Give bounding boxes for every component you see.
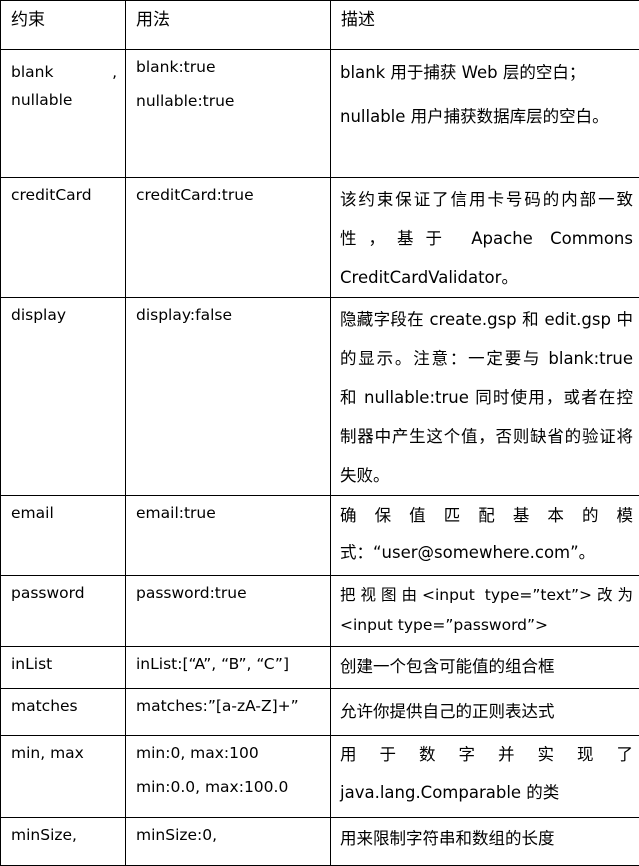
usage-text: nullable:true [136,84,322,118]
usage-cell: inList:[“A”, “B”, “C”] [126,647,331,689]
usage-text: blank:true [136,50,322,84]
constraint-first-line: blank , [11,58,117,86]
table-row: creditCard creditCard:true 该约束保证了信用卡号码的内… [1,178,639,298]
constraint-text: blank [11,58,53,86]
table-row: min, max min:0, max:100 min:0.0, max:100… [1,736,639,818]
description-text: blank 用于捕获 Web 层的空白； [340,53,633,93]
description-cell: 用来限制字符串和数组的长度 [331,818,639,866]
usage-cell: password:true [126,576,331,647]
usage-text: min:0, max:100 [136,736,322,770]
usage-cell: creditCard:true [126,178,331,298]
header-usage: 用法 [126,1,331,50]
usage-text: min:0.0, max:100.0 [136,770,322,804]
usage-cell: email:true [126,496,331,576]
description-text: nullable 用户捕获数据库层的空白。 [340,97,633,137]
description-cell: blank 用于捕获 Web 层的空白； nullable 用户捕获数据库层的空… [331,50,639,178]
usage-cell: min:0, max:100 min:0.0, max:100.0 [126,736,331,818]
header-description: 描述 [331,1,639,50]
description-cell: 隐藏字段在 create.gsp 和 edit.gsp 中的显示。注意：一定要与… [331,298,639,496]
constraint-cell: inList [1,647,126,689]
constraints-table: 约束 用法 描述 blank , nullable blank:true nul… [0,0,639,866]
description-cell: 把视图由<input type=”text”>改为<input type=”pa… [331,576,639,647]
usage-cell: display:false [126,298,331,496]
table-row: password password:true 把视图由<input type=”… [1,576,639,647]
table-row: display display:false 隐藏字段在 create.gsp 和… [1,298,639,496]
description-cell: 用于数字并实现了 java.lang.Comparable 的类 [331,736,639,818]
table-header-row: 约束 用法 描述 [1,1,639,50]
table-row: blank , nullable blank:true nullable:tru… [1,50,639,178]
usage-cell: blank:true nullable:true [126,50,331,178]
constraint-cell: min, max [1,736,126,818]
constraint-text: , [112,58,117,86]
table-row: inList inList:[“A”, “B”, “C”] 创建一个包含可能值的… [1,647,639,689]
usage-cell: minSize:0, [126,818,331,866]
constraint-cell: matches [1,689,126,736]
constraint-cell: blank , nullable [1,50,126,178]
constraint-cell: display [1,298,126,496]
constraint-text: nullable [11,86,117,114]
constraint-cell: minSize, [1,818,126,866]
header-constraint: 约束 [1,1,126,50]
constraint-cell: email [1,496,126,576]
table-row: minSize, minSize:0, 用来限制字符串和数组的长度 [1,818,639,866]
description-cell: 允许你提供自己的正则表达式 [331,689,639,736]
constraint-cell: creditCard [1,178,126,298]
description-cell: 确保值匹配基本的模式：“user@somewhere.com”。 [331,496,639,576]
constraint-cell: password [1,576,126,647]
usage-cell: matches:”[a-zA-Z]+” [126,689,331,736]
table-row: matches matches:”[a-zA-Z]+” 允许你提供自己的正则表达… [1,689,639,736]
table-row: email email:true 确保值匹配基本的模式：“user@somewh… [1,496,639,576]
description-cell: 该约束保证了信用卡号码的内部一致性，基于 Apache Commons Cred… [331,178,639,298]
description-cell: 创建一个包含可能值的组合框 [331,647,639,689]
